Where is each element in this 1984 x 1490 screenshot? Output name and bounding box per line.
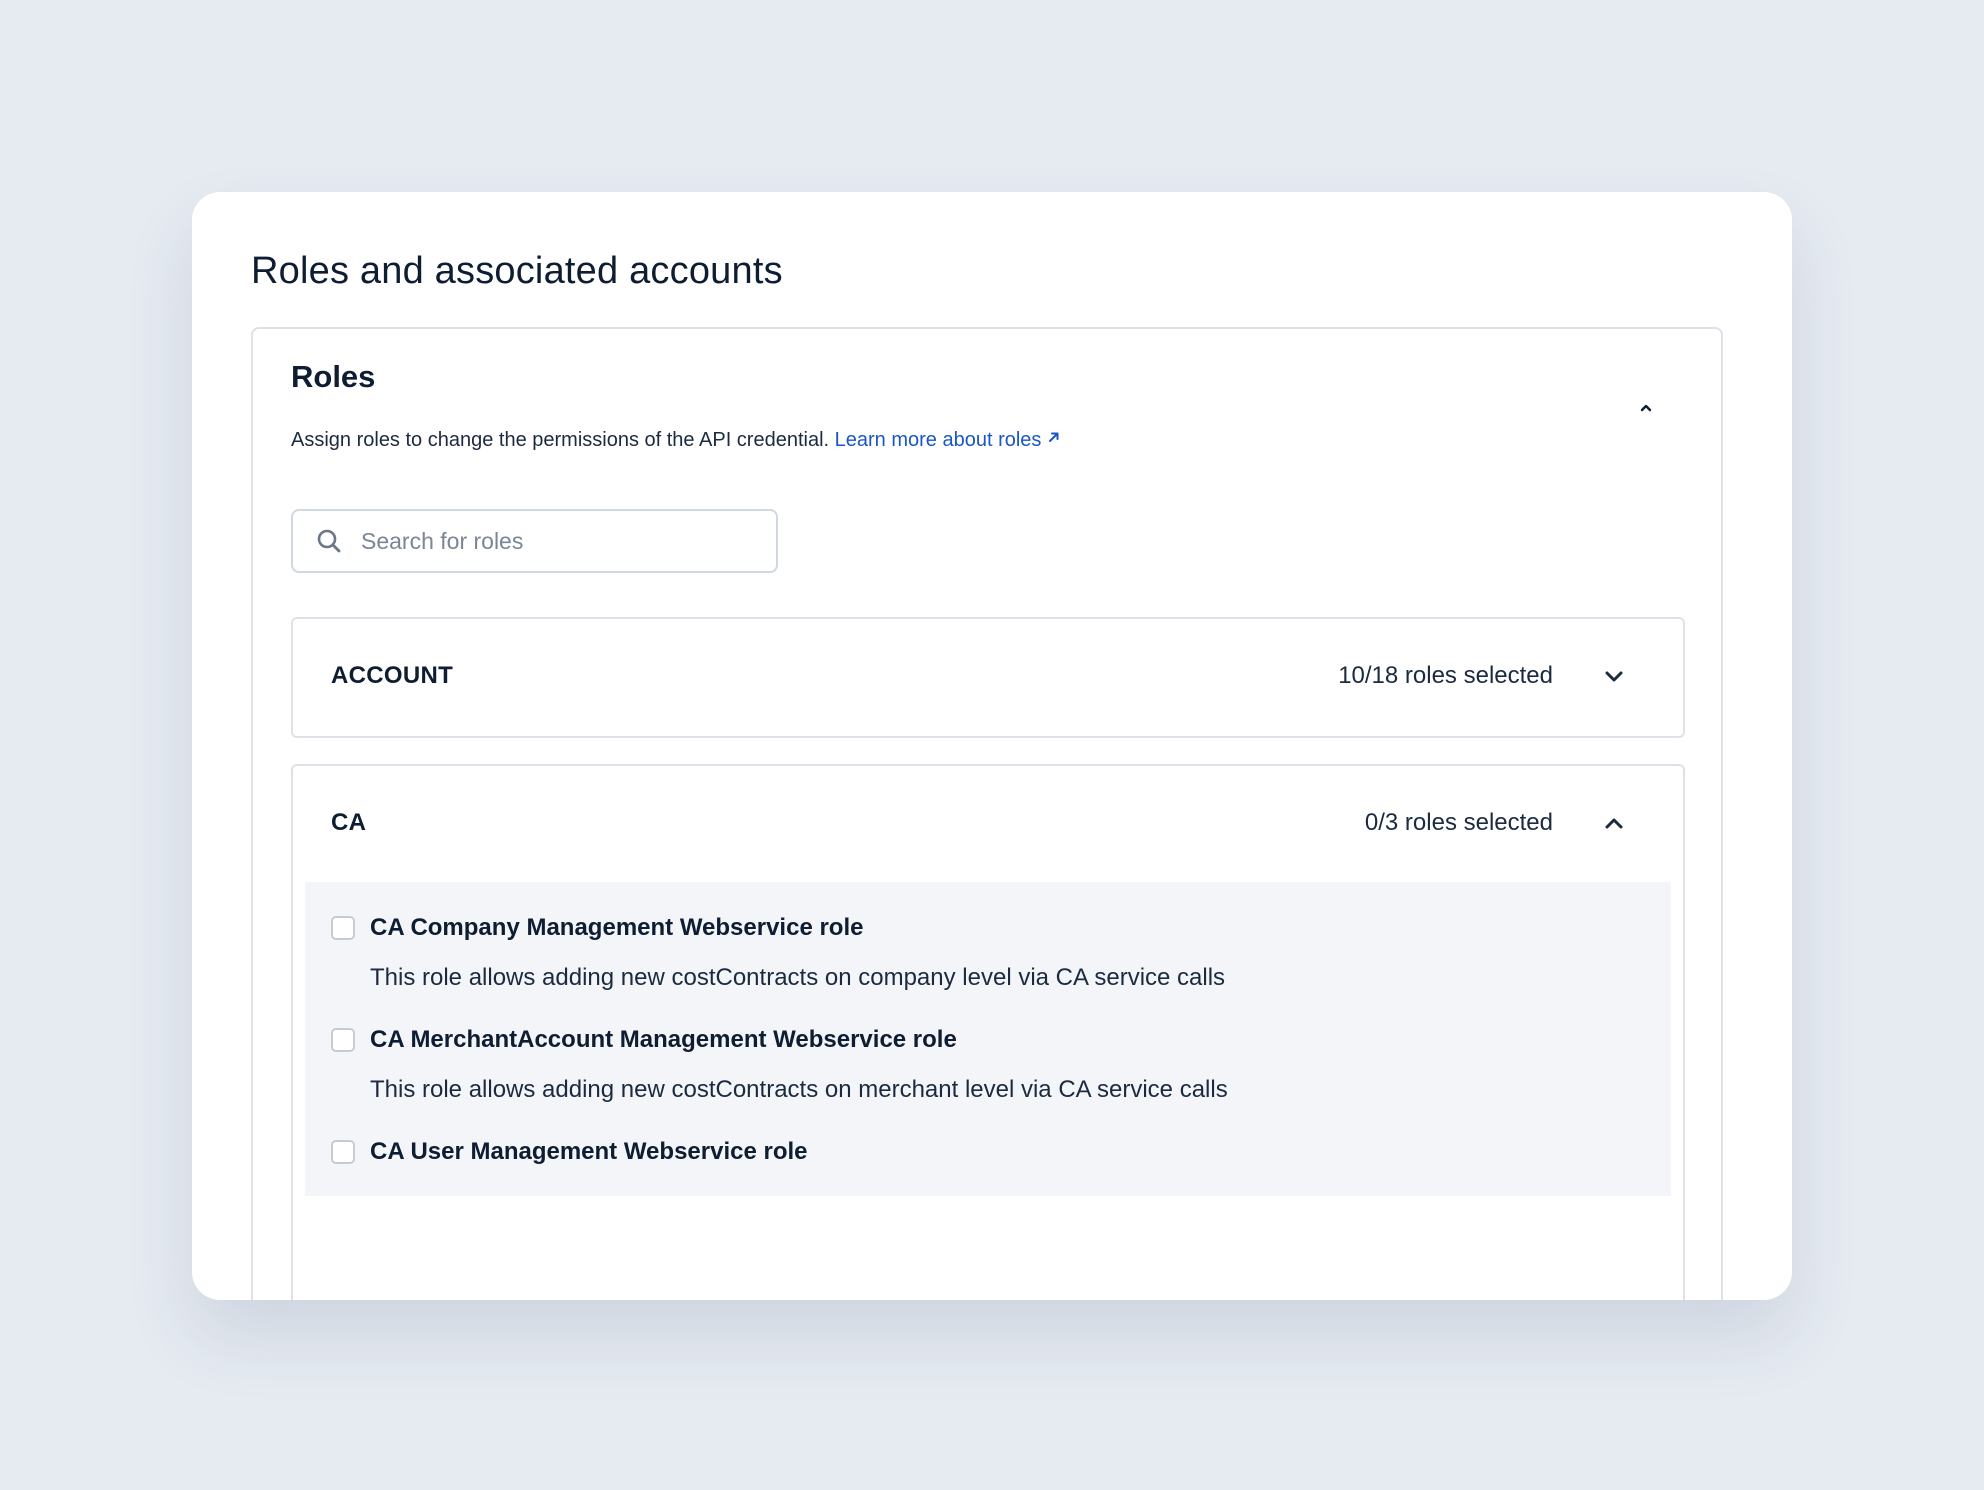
role-group-ca: CA 0/3 roles selected CA Company Managem… — [291, 764, 1685, 1300]
role-group-count: 10/18 roles selected — [1338, 662, 1553, 689]
search-input[interactable] — [359, 526, 743, 556]
learn-more-link[interactable]: Learn more about roles — [835, 429, 1062, 451]
roles-panel-description-row: Assign roles to change the permissions o… — [291, 429, 1061, 452]
roles-panel: Roles Assign roles to change the permiss… — [251, 327, 1723, 1300]
search-field[interactable] — [291, 509, 778, 573]
role-group-count: 0/3 roles selected — [1364, 809, 1553, 836]
role-description: This role allows adding new costContract… — [370, 964, 1226, 991]
role-group-ca-header[interactable]: CA 0/3 roles selected — [293, 766, 1683, 883]
role-name: CA User Management Webservice role — [370, 1138, 808, 1165]
role-name: CA Company Management Webservice role — [370, 914, 864, 941]
chevron-down-icon[interactable] — [1599, 661, 1629, 691]
role-checkbox[interactable] — [331, 1028, 355, 1052]
external-link-icon — [1049, 432, 1059, 442]
role-checkbox[interactable] — [331, 916, 355, 940]
page-title: Roles and associated accounts — [251, 250, 783, 292]
learn-more-link-label: Learn more about roles — [834, 429, 1042, 451]
role-name: CA MerchantAccount Management Webservice… — [370, 1026, 957, 1053]
role-group-name: CA — [331, 809, 367, 836]
roles-panel-collapse-button[interactable] — [1631, 393, 1661, 423]
roles-panel-title: Roles — [291, 359, 376, 394]
roles-card: Roles and associated accounts Roles Assi… — [192, 192, 1792, 1300]
role-group-account: ACCOUNT 10/18 roles selected — [291, 617, 1685, 738]
search-icon — [315, 527, 343, 555]
chevron-up-icon — [1640, 404, 1652, 412]
role-list: CA Company Management Webservice role Th… — [305, 882, 1671, 1196]
role-description: This role allows adding new costContract… — [370, 1076, 1228, 1103]
role-group-account-header[interactable]: ACCOUNT 10/18 roles selected — [293, 619, 1683, 736]
role-checkbox[interactable] — [331, 1140, 355, 1164]
roles-panel-description: Assign roles to change the permissions o… — [291, 429, 830, 451]
chevron-up-icon[interactable] — [1599, 808, 1629, 838]
role-group-name: ACCOUNT — [331, 662, 454, 689]
